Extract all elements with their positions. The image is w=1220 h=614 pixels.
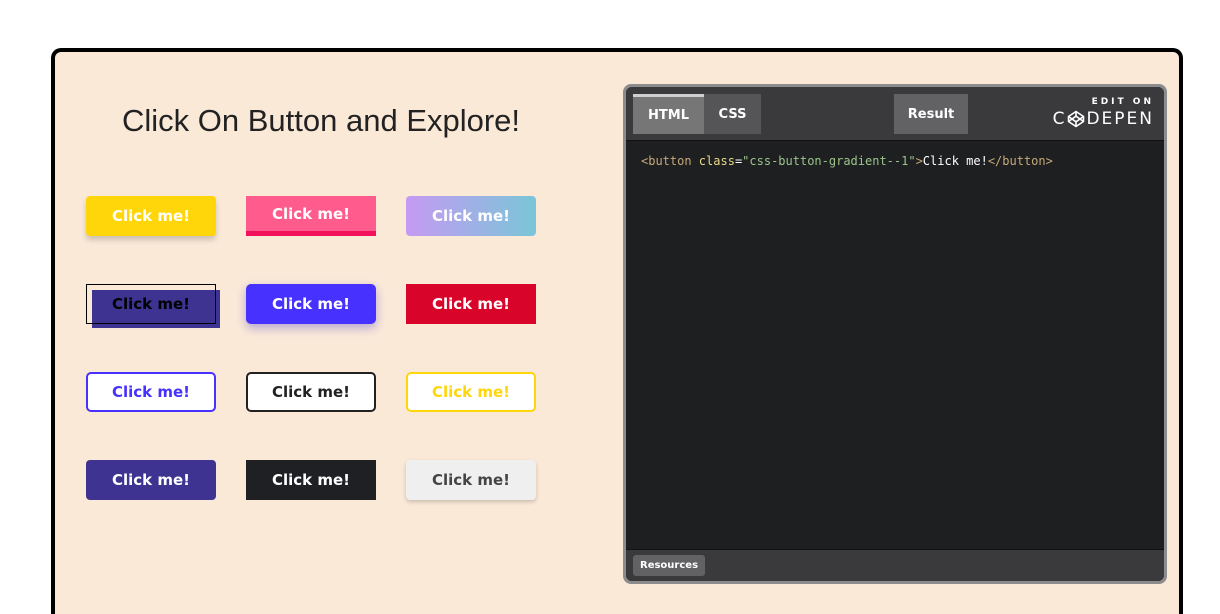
code-end-tag: </button> bbox=[987, 154, 1053, 168]
code-attr-value: "css-button-gradient--1" bbox=[742, 154, 916, 168]
button-label: Click me! bbox=[271, 295, 351, 313]
code-attr-name: class bbox=[691, 154, 735, 168]
edit-on-codepen-link[interactable]: EDIT ON C DEPEN bbox=[1053, 97, 1154, 130]
button-label: Click me! bbox=[271, 383, 351, 401]
gradient-button[interactable]: Click me! bbox=[406, 196, 536, 236]
yellow-button[interactable]: Click me! bbox=[86, 196, 216, 236]
button-label: Click me! bbox=[431, 471, 511, 489]
tab-result[interactable]: Result bbox=[894, 94, 968, 134]
code-open-tag: <button bbox=[641, 154, 692, 168]
pink-button[interactable]: Click me! bbox=[246, 196, 376, 236]
blue-outline-button[interactable]: Click me! bbox=[86, 372, 216, 412]
button-label: Click me! bbox=[431, 383, 511, 401]
button-label: Click me! bbox=[111, 471, 191, 489]
code-close-bracket: > bbox=[915, 154, 923, 168]
codepen-cube-icon bbox=[1068, 110, 1085, 128]
offset-shadow-button[interactable]: Click me! bbox=[86, 284, 216, 324]
red-button[interactable]: Click me! bbox=[406, 284, 536, 324]
codepen-embed: HTML CSS Result EDIT ON C DEPEN <button … bbox=[623, 84, 1167, 584]
blue-shadow-button[interactable]: Click me! bbox=[246, 284, 376, 324]
button-label: Click me! bbox=[111, 207, 191, 225]
yellow-outline-button[interactable]: Click me! bbox=[406, 372, 536, 412]
dark-button[interactable]: Click me! bbox=[246, 460, 376, 500]
button-label: Click me! bbox=[111, 295, 191, 313]
logo-text-right: DEPEN bbox=[1086, 109, 1154, 129]
logo-text-left: C bbox=[1052, 109, 1067, 129]
button-label: Click me! bbox=[271, 204, 351, 223]
code-text: Click me! bbox=[922, 154, 988, 168]
codepen-logo: C DEPEN bbox=[1053, 108, 1154, 130]
indigo-button[interactable]: Click me! bbox=[86, 460, 216, 500]
edit-on-label: EDIT ON bbox=[1091, 97, 1154, 107]
tab-css[interactable]: CSS bbox=[704, 94, 761, 134]
resources-button[interactable]: Resources bbox=[633, 555, 706, 576]
codepen-footer: Resources bbox=[626, 549, 1164, 581]
button-label: Click me! bbox=[111, 383, 191, 401]
page-title: Click On Button and Explore! bbox=[122, 103, 521, 138]
button-label: Click me! bbox=[271, 471, 351, 489]
button-label: Click me! bbox=[431, 295, 511, 313]
button-label: Click me! bbox=[431, 207, 511, 225]
dark-outline-button[interactable]: Click me! bbox=[246, 372, 376, 412]
codepen-toolbar: HTML CSS Result EDIT ON C DEPEN bbox=[626, 87, 1164, 141]
tab-html[interactable]: HTML bbox=[633, 94, 704, 134]
light-button[interactable]: Click me! bbox=[406, 460, 536, 500]
html-code: <button class="css-button-gradient--1">C… bbox=[641, 154, 1053, 168]
codepen-embed-body: HTML CSS Result EDIT ON C DEPEN <button … bbox=[626, 87, 1164, 581]
